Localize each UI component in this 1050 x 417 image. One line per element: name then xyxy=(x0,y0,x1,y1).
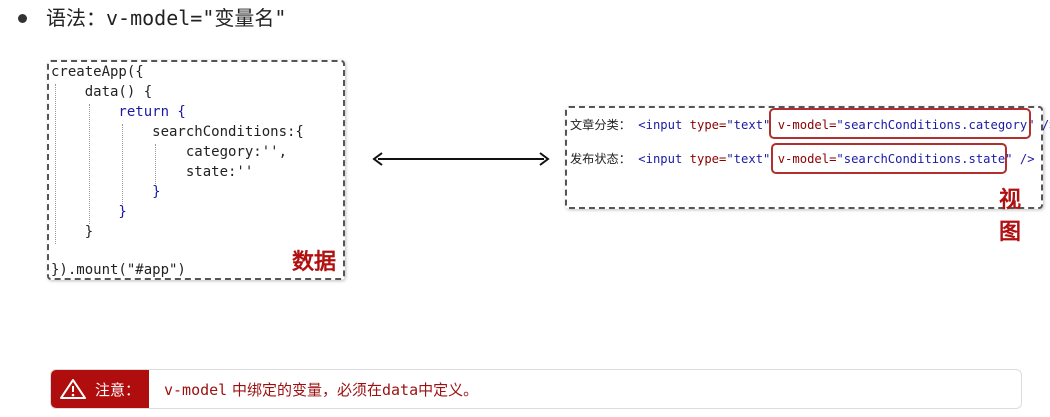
bullet-dot xyxy=(18,14,27,23)
notice-message: v-model 中绑定的变量，必须在data中定义。 xyxy=(164,381,479,399)
view-label: 视图 xyxy=(999,188,1022,245)
data-label: 数据 xyxy=(292,250,337,275)
highlight-box xyxy=(771,143,1007,174)
code-line: createApp({ xyxy=(51,64,144,80)
notice-tag-label: 注意： xyxy=(95,381,141,399)
data-code-box: createApp({ data() { return { searchCond… xyxy=(47,60,345,280)
code-line: category:'', xyxy=(51,144,288,160)
notice-bar: 注意： v-model 中绑定的变量，必须在data中定义。 xyxy=(50,369,1022,409)
code-line: state:'' xyxy=(51,164,254,180)
code-line: }).mount("#app") xyxy=(51,262,186,278)
page-title: 语法：v-model="变量名" xyxy=(46,4,286,32)
warning-icon xyxy=(60,379,86,399)
row-label: 文章分类： xyxy=(570,118,631,132)
code-line: } xyxy=(51,184,161,200)
view-code-box: 文章分类： <input type="text" v-model="search… xyxy=(565,106,1050,245)
code-line: data() { xyxy=(51,84,153,100)
row-label: 发布状态： xyxy=(570,152,631,166)
title-syntax: v-model="变量名" xyxy=(106,6,287,30)
code-line: return { xyxy=(51,104,186,120)
title-label: 语法： xyxy=(46,6,106,30)
highlight-box xyxy=(769,108,1031,139)
code-line: } xyxy=(51,224,94,240)
code-line: } xyxy=(51,204,127,220)
double-arrow-icon xyxy=(372,152,550,166)
notice-tag: 注意： xyxy=(51,370,149,408)
code-line: searchConditions:{ xyxy=(51,124,304,140)
